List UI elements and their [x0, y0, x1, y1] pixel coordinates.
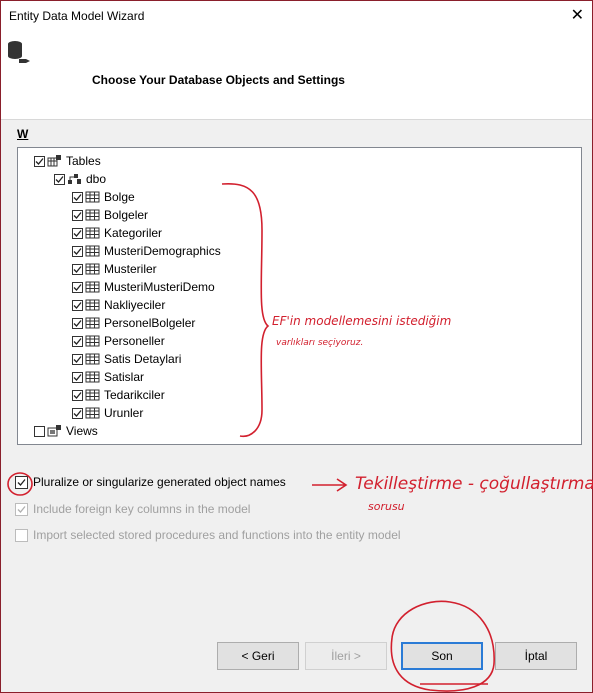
- table-icon: [85, 227, 100, 239]
- views-label: Views: [66, 424, 98, 438]
- table-icon: [85, 281, 100, 293]
- table-checkbox[interactable]: [72, 263, 83, 275]
- table-checkbox[interactable]: [72, 227, 83, 239]
- title-bar: Entity Data Model Wizard ✕: [1, 1, 592, 29]
- tree-node-table[interactable]: Satislar: [72, 368, 144, 386]
- close-icon[interactable]: ✕: [571, 5, 584, 25]
- table-label: Satislar: [104, 370, 145, 384]
- table-icon: [85, 299, 100, 311]
- tables-note-line1: EF'in modellemesini istediğim: [272, 314, 452, 328]
- finish-button[interactable]: Son: [401, 642, 483, 670]
- next-button[interactable]: İleri >: [305, 642, 387, 670]
- table-label: Bolgeler: [104, 208, 149, 222]
- cancel-button[interactable]: İptal: [495, 642, 577, 670]
- table-icon: [85, 371, 100, 383]
- table-checkbox[interactable]: [72, 191, 83, 203]
- table-label: Satis Detaylari: [104, 352, 182, 366]
- table-icon: [85, 209, 100, 221]
- foreign-keys-label: Include foreign key columns in the model: [33, 502, 251, 516]
- tables-note-line2: varlıkları seçiyoruz.: [276, 338, 364, 348]
- wizard-header: Choose Your Database Objects and Setting…: [1, 29, 592, 120]
- table-checkbox[interactable]: [72, 389, 83, 401]
- tree-node-table[interactable]: MusteriMusteriDemo: [72, 278, 215, 296]
- tree-node-table[interactable]: Satis Detaylari: [72, 350, 181, 368]
- foreign-keys-checkbox[interactable]: [15, 502, 28, 516]
- tree-node-table[interactable]: PersonelBolgeler: [72, 314, 195, 332]
- tree-node-table[interactable]: Nakliyeciler: [72, 296, 165, 314]
- stored-procs-option[interactable]: Import selected stored procedures and fu…: [15, 528, 401, 542]
- database-icon: [8, 41, 30, 63]
- tree-node-dbo[interactable]: dbo: [54, 170, 106, 188]
- stored-procs-checkbox[interactable]: [15, 528, 28, 542]
- table-icon: [85, 389, 100, 401]
- table-checkbox[interactable]: [72, 281, 83, 293]
- table-label: Tedarikciler: [104, 388, 165, 402]
- table-checkbox[interactable]: [72, 371, 83, 383]
- tree-node-table[interactable]: Bolge: [72, 188, 135, 206]
- table-checkbox[interactable]: [72, 353, 83, 365]
- table-checkbox[interactable]: [72, 209, 83, 221]
- table-label: Musteriler: [104, 262, 157, 276]
- table-checkbox[interactable]: [72, 245, 83, 257]
- tree-node-table[interactable]: Personeller: [72, 332, 165, 350]
- table-label: MusteriDemographics: [104, 244, 221, 258]
- tree-node-table[interactable]: Bolgeler: [72, 206, 148, 224]
- tree-node-table[interactable]: Tedarikciler: [72, 386, 165, 404]
- table-icon: [85, 353, 100, 365]
- table-label: Personeller: [104, 334, 165, 348]
- table-label: Nakliyeciler: [104, 298, 166, 312]
- tree-node-tables[interactable]: Tables: [34, 152, 101, 170]
- foreign-keys-option[interactable]: Include foreign key columns in the model: [15, 502, 250, 516]
- table-checkbox[interactable]: [72, 299, 83, 311]
- views-folder-icon: [47, 425, 61, 437]
- back-button[interactable]: < Geri: [217, 642, 299, 670]
- pluralize-note-line2: sorusu: [368, 500, 405, 513]
- pluralize-note-line1: Tekilleştirme - çoğullaştırma: [355, 474, 593, 494]
- schema-icon: [68, 174, 81, 184]
- table-icon: [85, 191, 100, 203]
- table-label: PersonelBolgeler: [104, 316, 196, 330]
- views-checkbox[interactable]: [34, 425, 45, 437]
- tree-node-table[interactable]: Kategoriler: [72, 224, 162, 242]
- tables-label: Tables: [66, 154, 101, 168]
- table-icon: [85, 317, 100, 329]
- table-icon: [85, 263, 100, 275]
- table-checkbox[interactable]: [72, 407, 83, 419]
- tables-checkbox[interactable]: [34, 155, 45, 167]
- table-icon: [85, 335, 100, 347]
- tree-node-table[interactable]: Musteriler: [72, 260, 157, 278]
- table-label: MusteriMusteriDemo: [104, 280, 215, 294]
- table-label: Kategoriler: [104, 226, 163, 240]
- dbo-checkbox[interactable]: [54, 173, 65, 185]
- table-checkbox[interactable]: [72, 317, 83, 329]
- tables-folder-icon: [47, 155, 61, 167]
- pluralize-label: Pluralize or singularize generated objec…: [33, 475, 286, 489]
- tree-node-table[interactable]: Urunler: [72, 404, 143, 422]
- table-icon: [85, 245, 100, 257]
- pluralize-option[interactable]: Pluralize or singularize generated objec…: [15, 475, 286, 489]
- pluralize-checkbox[interactable]: [15, 475, 28, 489]
- page-heading: Choose Your Database Objects and Setting…: [92, 73, 345, 87]
- tree-node-views[interactable]: Views: [34, 422, 98, 440]
- window-title: Entity Data Model Wizard: [9, 9, 145, 23]
- dbo-label: dbo: [86, 172, 107, 186]
- table-label: Bolge: [104, 190, 135, 204]
- table-checkbox[interactable]: [72, 335, 83, 347]
- database-objects-tree[interactable]: Tables dbo Bolge Bolgeler Kategoriler Muste…: [17, 147, 582, 445]
- stored-procs-label: Import selected stored procedures and fu…: [33, 528, 401, 542]
- table-icon: [85, 407, 100, 419]
- table-label: Urunler: [104, 406, 144, 420]
- tree-node-table[interactable]: MusteriDemographics: [72, 242, 221, 260]
- objects-question: W: [17, 127, 29, 141]
